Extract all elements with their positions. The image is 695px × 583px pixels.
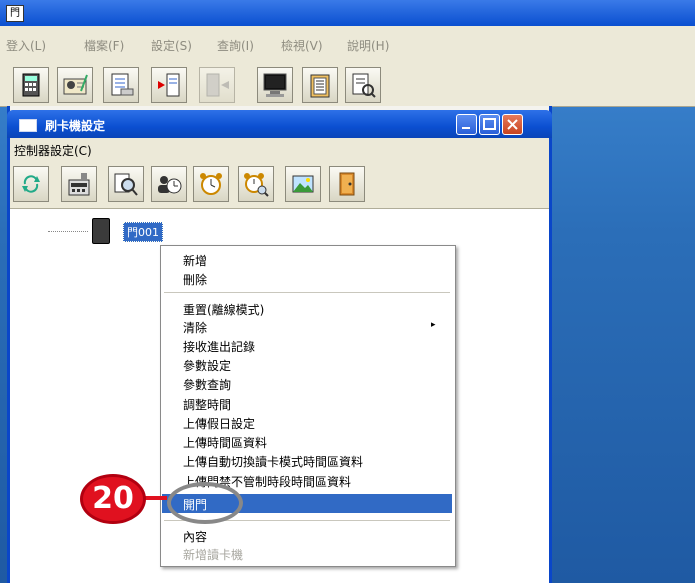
app-titlebar[interactable]: 門	[0, 0, 695, 26]
annotation-highlight-ring	[167, 482, 243, 524]
menu-login[interactable]: 登入(L)	[6, 37, 46, 54]
user-card-icon[interactable]	[57, 67, 93, 103]
clipboard-list-icon[interactable]	[302, 67, 338, 103]
menu-query[interactable]: 查詢(I)	[217, 37, 254, 54]
door-in-icon[interactable]	[151, 67, 187, 103]
report-icon[interactable]	[103, 67, 139, 103]
submenu-arrow-icon: ▸	[431, 320, 436, 330]
main-toolbar	[0, 58, 695, 107]
ctx-add[interactable]: 新增	[183, 252, 207, 269]
child-toolbar	[10, 160, 549, 209]
landscape-image-icon[interactable]	[285, 166, 321, 202]
ctx-delete[interactable]: 刪除	[183, 271, 207, 288]
close-button[interactable]	[502, 114, 523, 135]
door-out-icon	[199, 67, 235, 103]
menu-file[interactable]: 檔案(F)	[84, 37, 124, 54]
menu-controller-settings[interactable]: 控制器設定(C)	[14, 142, 92, 159]
door-icon[interactable]	[329, 166, 365, 202]
user-clock-icon[interactable]	[151, 166, 187, 202]
ctx-upload-timezone[interactable]: 上傳時間區資料	[183, 434, 267, 451]
window-icon	[19, 119, 37, 132]
ctx-reset-offline[interactable]: 重置(離線模式)	[183, 301, 264, 318]
app-icon: 門	[6, 5, 24, 22]
monitor-icon[interactable]	[257, 67, 293, 103]
print-preview-icon[interactable]	[345, 67, 381, 103]
refresh-icon[interactable]	[13, 166, 49, 202]
ctx-properties[interactable]: 內容	[183, 528, 207, 545]
alarm-clock-search-icon[interactable]	[238, 166, 274, 202]
ctx-separator	[164, 292, 450, 293]
child-window-titlebar[interactable]: 刷卡機設定	[7, 110, 552, 138]
minimize-button[interactable]	[456, 114, 477, 135]
tree-connector	[48, 231, 88, 232]
ctx-upload-auto-switch[interactable]: 上傳自動切換讀卡模式時間區資料	[183, 453, 363, 470]
search-device-icon[interactable]	[108, 166, 144, 202]
child-menubar: 控制器設定(C)	[10, 138, 549, 160]
ctx-add-reader: 新增讀卡機	[183, 548, 244, 562]
menu-view[interactable]: 檢視(V)	[281, 37, 323, 54]
card-reader-icon	[92, 218, 110, 244]
ctx-receive-records[interactable]: 接收進出記錄	[183, 338, 255, 355]
main-menubar: 登入(L) 檔案(F) 設定(S) 查詢(I) 檢視(V) 說明(H)	[0, 26, 695, 59]
ctx-upload-holidays[interactable]: 上傳假日設定	[183, 415, 255, 432]
maximize-button[interactable]	[479, 114, 500, 135]
ctx-param-settings[interactable]: 參數設定	[183, 357, 231, 374]
step-number-badge: 20	[80, 474, 146, 524]
tree-node-door001[interactable]: 門001	[123, 222, 163, 242]
menu-settings[interactable]: 設定(S)	[151, 37, 192, 54]
ctx-param-query[interactable]: 參數查詢	[183, 376, 231, 393]
ctx-clear[interactable]: 清除	[183, 319, 207, 336]
ctx-adjust-time[interactable]: 調整時間	[183, 396, 231, 413]
child-window-title: 刷卡機設定	[45, 119, 106, 133]
menu-help[interactable]: 說明(H)	[347, 37, 389, 54]
alarm-clock-icon[interactable]	[193, 166, 229, 202]
calculator-icon[interactable]	[13, 67, 49, 103]
controller-icon[interactable]	[61, 166, 97, 202]
annotation-pointer	[145, 496, 167, 500]
